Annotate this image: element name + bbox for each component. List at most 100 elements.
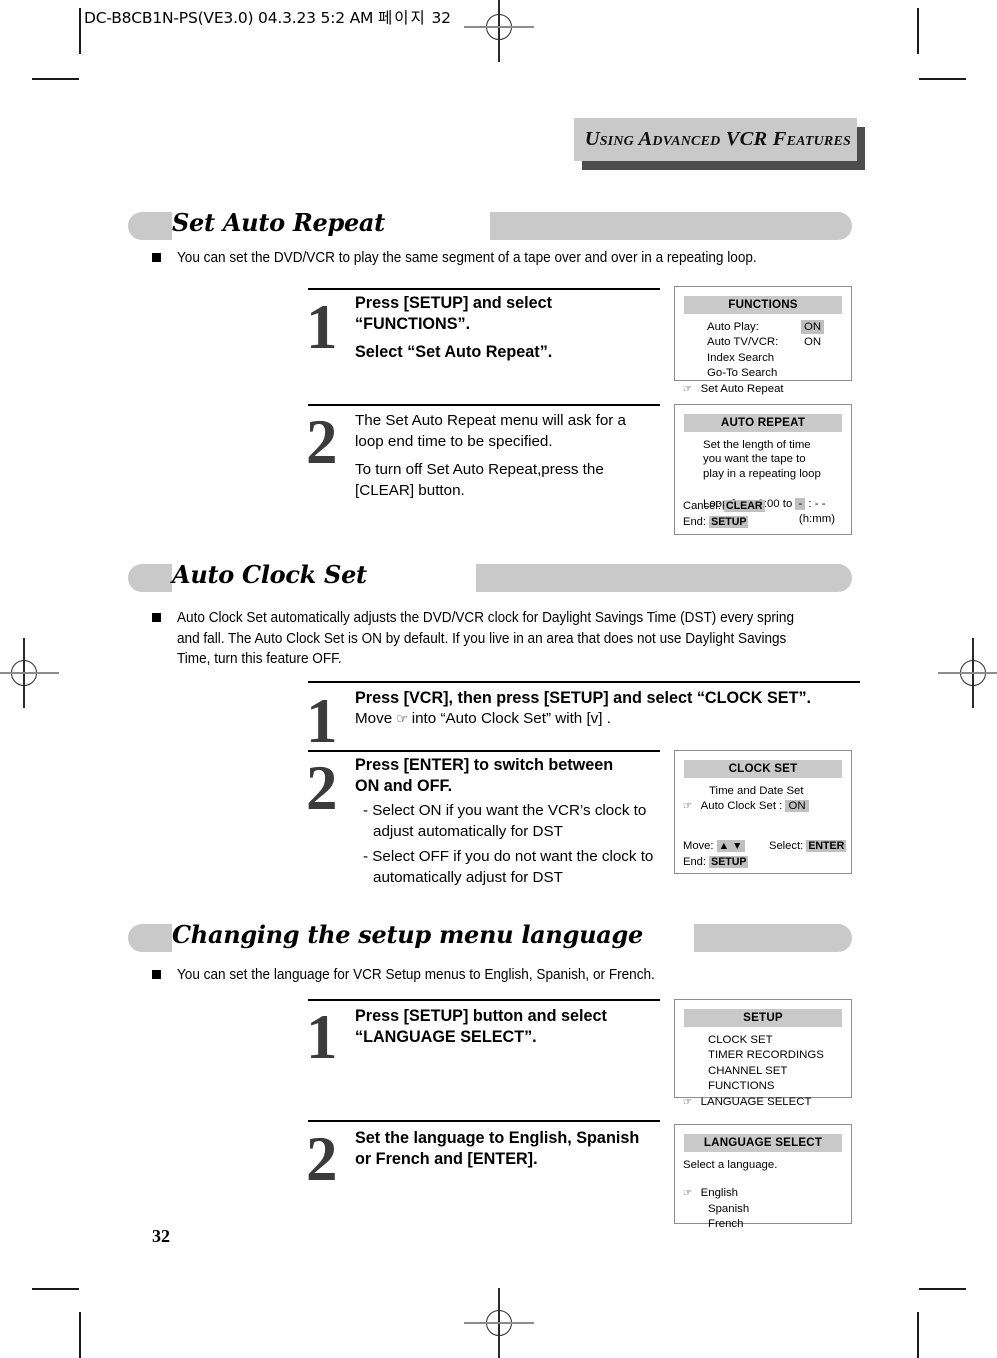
osd-end-row: End: SETUP xyxy=(683,855,749,869)
osd-row[interactable]: TIMER RECORDINGS xyxy=(683,1048,843,1064)
osd-cancel-key[interactable]: CLEAR xyxy=(724,500,765,512)
osd-end-key[interactable]: SETUP xyxy=(709,516,749,528)
step-line: or French and [ENTER]. xyxy=(355,1149,538,1168)
step-divider xyxy=(308,750,660,753)
osd-row[interactable]: Time and Date Set xyxy=(683,784,843,800)
osd-row-selected[interactable]: ☞ English xyxy=(683,1186,843,1202)
step-line: “FUNCTIONS”. xyxy=(355,314,471,333)
osd-title: SETUP xyxy=(684,1009,842,1027)
osd-row[interactable]: Index Search xyxy=(683,351,843,367)
osd-row[interactable]: CHANNEL SET xyxy=(683,1064,843,1080)
osd-end-key[interactable]: SETUP xyxy=(709,856,749,868)
osd-row[interactable]: FUNCTIONS xyxy=(683,1079,843,1095)
osd-row[interactable]: CLOCK SET xyxy=(683,1033,843,1049)
crop-line-top-left-horizontal xyxy=(32,78,79,80)
step-divider xyxy=(308,288,660,291)
crop-line-bottom-left-horizontal xyxy=(32,1288,79,1290)
osd-move-label: Move: xyxy=(683,840,714,852)
arrow-updown-icon[interactable]: ▲ ▼ xyxy=(716,840,745,852)
step-subline: - Select OFF if you do not want the cloc… xyxy=(363,848,654,886)
osd-body: Time and Date Set ☞ Auto Clock Set : ON xyxy=(675,778,851,815)
osd-title: LANGUAGE SELECT xyxy=(684,1134,842,1152)
osd-row-label: English xyxy=(700,1187,738,1200)
section-title: Changing the setup menu language xyxy=(172,920,643,949)
osd-end-row: End: SETUP xyxy=(683,515,749,529)
step-line: loop end time to be specified. xyxy=(355,432,553,450)
running-head-bar: Using Advanced VCR Features xyxy=(574,118,857,161)
step-number: 2 xyxy=(306,407,338,477)
osd-row-label: Auto TV/VCR: xyxy=(707,336,779,349)
crop-line-bottom-right-horizontal xyxy=(919,1288,966,1290)
osd-row-label: LANGUAGE SELECT xyxy=(700,1095,812,1108)
step-move-prefix: Move xyxy=(355,709,397,727)
osd-title: AUTO REPEAT xyxy=(684,414,842,432)
section-intro-changing-language: You can set the language for VCR Setup m… xyxy=(152,965,860,986)
section-bar-right xyxy=(694,924,852,952)
osd-clock-set: CLOCK SET Time and Date Set ☞ Auto Clock… xyxy=(674,750,852,874)
osd-body: CLOCK SET TIMER RECORDINGS CHANNEL SET F… xyxy=(675,1027,851,1111)
section-heading-changing-language: Changing the setup menu language xyxy=(128,920,852,952)
step-line: To turn off Set Auto Repeat,press the xyxy=(355,461,604,478)
step-line: [CLEAR] button. xyxy=(355,481,465,499)
section-bar-left xyxy=(128,212,172,240)
section-intro-auto-clock-set: Auto Clock Set automatically adjusts the… xyxy=(152,608,860,670)
loop-suffix: : - - xyxy=(805,498,826,511)
step-body: Set the language to English, Spanish or … xyxy=(355,1128,660,1169)
osd-row-value[interactable]: ON xyxy=(801,319,825,335)
section-title: Set Auto Repeat xyxy=(172,208,385,237)
osd-body: Select a language. ☞ English Spanish Fre… xyxy=(675,1152,851,1233)
osd-row-label: French xyxy=(708,1218,744,1231)
osd-row-label: Spanish xyxy=(708,1202,750,1215)
step-move-suffix: into “Auto Clock Set” with [v] . xyxy=(407,709,611,727)
osd-description-line: you want the tape to xyxy=(703,453,806,466)
osd-title: FUNCTIONS xyxy=(684,296,842,314)
osd-description-line: play in a repeating loop xyxy=(703,467,821,480)
crop-line-top-right-horizontal xyxy=(919,78,966,80)
osd-row-label: Time and Date Set xyxy=(709,784,804,797)
osd-row[interactable]: Go-To Search xyxy=(683,366,843,382)
osd-row-selected[interactable]: ☞ LANGUAGE SELECT xyxy=(683,1095,843,1111)
step-divider xyxy=(308,404,660,407)
osd-language-select: LANGUAGE SELECT Select a language. ☞ Eng… xyxy=(674,1124,852,1230)
osd-select-label: Select: xyxy=(769,840,804,852)
print-slug-text: DC-B8CB1N-PS(VE3.0) 04.3.23 5:2 AM xyxy=(84,9,374,27)
step-body: The Set Auto Repeat menu will ask for a … xyxy=(355,411,660,501)
step-number: 1 xyxy=(306,686,338,756)
osd-row[interactable]: French xyxy=(683,1217,843,1233)
osd-row[interactable]: Spanish xyxy=(683,1202,843,1218)
section-heading-set-auto-repeat: Set Auto Repeat xyxy=(128,208,852,240)
osd-end-label: End: xyxy=(683,516,707,528)
step-line: ON and OFF. xyxy=(355,776,453,795)
crop-line-top-right-vertical xyxy=(917,8,919,54)
osd-row-value[interactable]: ON xyxy=(804,335,821,350)
osd-row-label: CLOCK SET xyxy=(708,1033,773,1046)
section-heading-auto-clock-set: Auto Clock Set xyxy=(128,560,852,592)
section-title: Auto Clock Set xyxy=(172,560,367,589)
osd-select-row: Select: ENTER xyxy=(769,839,847,853)
step-line: Select “Set Auto Repeat”. xyxy=(355,343,553,361)
osd-row[interactable]: Auto Play: ON xyxy=(683,319,843,336)
step-line: “LANGUAGE SELECT”. xyxy=(355,1027,537,1046)
step-line: Press [SETUP] button and select xyxy=(355,1007,607,1025)
hand-pointer-icon: ☞ xyxy=(396,711,408,727)
loop-cursor[interactable]: - xyxy=(795,498,806,511)
osd-row-label: Index Search xyxy=(707,351,775,364)
osd-row-selected[interactable]: ☞ Set Auto Repeat xyxy=(683,382,843,398)
crop-line-bottom-left-vertical xyxy=(79,1312,81,1358)
osd-description-line: Set the length of time xyxy=(703,438,811,451)
step-number: 1 xyxy=(306,292,338,362)
osd-row-label: Auto Clock Set : xyxy=(700,800,783,813)
osd-cancel-row: Cancel: CLEAR xyxy=(683,499,765,513)
section-bar-left xyxy=(128,924,172,952)
osd-functions: FUNCTIONS Auto Play: ON Auto TV/VCR: ON … xyxy=(674,286,852,395)
osd-row-value[interactable]: ON xyxy=(785,800,809,813)
osd-row[interactable]: Auto TV/VCR: ON xyxy=(683,335,843,351)
osd-row-label: Go-To Search xyxy=(707,367,778,380)
osd-select-key[interactable]: ENTER xyxy=(806,840,847,852)
crop-line-top-left-vertical xyxy=(79,8,81,54)
step-number: 2 xyxy=(306,1124,338,1194)
bullet-square-icon xyxy=(152,970,161,979)
osd-row-label: FUNCTIONS xyxy=(708,1080,775,1093)
osd-row-selected[interactable]: ☞ Auto Clock Set : ON xyxy=(683,799,843,815)
hand-pointer-icon: ☞ xyxy=(683,1188,692,1200)
